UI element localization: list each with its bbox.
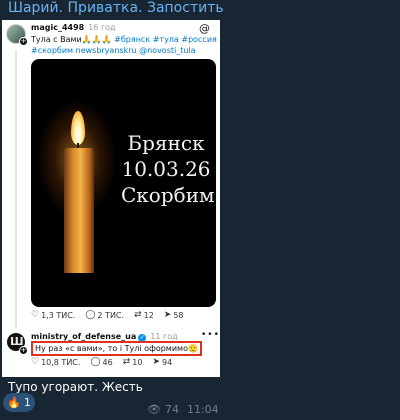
candle bbox=[64, 148, 94, 273]
heart-icon: ♡ bbox=[31, 357, 40, 367]
post-text-plain: Тула с Вами🙏🙏🙏 bbox=[31, 35, 115, 44]
image-text-city: Брянск bbox=[127, 131, 205, 155]
comment-count: 2 ТИС. bbox=[97, 310, 125, 320]
like-count: 1,3 ТИС. bbox=[41, 310, 76, 320]
channel-name[interactable]: Шарий. Приватка. Запостить bbox=[8, 0, 224, 16]
post-stats: ♡ 10,8 ТИС. ◯ 46 ⇄ 10 ➤ 94 bbox=[31, 357, 182, 367]
candle-image: Брянск 10.03.26 Скорбим bbox=[31, 59, 216, 307]
view-count: 74 bbox=[164, 403, 179, 416]
comment-count: 46 bbox=[102, 357, 113, 367]
repost-count: 10 bbox=[132, 357, 143, 367]
message-meta: 👁 74 11:04 bbox=[147, 403, 219, 416]
heart-icon: ♡ bbox=[31, 310, 40, 320]
share-count: 58 bbox=[173, 310, 184, 320]
eye-icon: 👁 bbox=[147, 403, 161, 416]
comment-icon: ◯ bbox=[90, 357, 101, 367]
comment-stat[interactable]: ◯ 46 bbox=[90, 357, 112, 367]
threads-screenshot-card[interactable]: + magic_4498 16 год @ Тула с Вами🙏🙏🙏 #бря… bbox=[2, 20, 220, 377]
share-stat[interactable]: ➤ 58 bbox=[164, 310, 184, 320]
reaction-count: 1 bbox=[23, 396, 31, 409]
share-icon: ➤ bbox=[152, 357, 160, 367]
repost-stat[interactable]: ⇄ 10 bbox=[123, 357, 143, 367]
post-username: magic_4498 16 год bbox=[31, 23, 116, 32]
like-stat[interactable]: ♡ 10,8 ТИС. bbox=[31, 357, 80, 367]
share-stat[interactable]: ➤ 94 bbox=[152, 357, 172, 367]
post-text: Тула с Вами🙏🙏🙏 #брянск #тула #россия #ск… bbox=[31, 34, 217, 56]
bubble-right-area bbox=[220, 20, 400, 377]
plus-icon: + bbox=[19, 37, 28, 46]
post-time: 11 год bbox=[150, 332, 178, 341]
username-text: magic_4498 bbox=[31, 23, 85, 32]
thread-line bbox=[15, 50, 17, 328]
username-text: ministry_of_defense_ua bbox=[31, 332, 137, 341]
post-stats: ♡ 1,3 ТИС. ◯ 2 ТИС. ⇄ 12 ➤ 58 bbox=[31, 310, 194, 320]
repost-icon: ⇄ bbox=[134, 310, 142, 320]
fire-icon: 🔥 bbox=[7, 396, 21, 409]
repost-icon: ⇄ bbox=[122, 357, 131, 367]
more-icon: ••• bbox=[201, 330, 220, 340]
comment-stat[interactable]: ◯ 2 ТИС. bbox=[85, 310, 124, 320]
image-text-date: 10.03.26 bbox=[121, 157, 211, 181]
like-count: 10,8 ТИС. bbox=[41, 357, 81, 367]
like-stat[interactable]: ♡ 1,3 ТИС. bbox=[31, 310, 75, 320]
share-icon: ➤ bbox=[163, 310, 172, 320]
plus-icon: + bbox=[19, 346, 28, 355]
message-time: 11:04 bbox=[186, 403, 219, 416]
post-time: 16 год bbox=[88, 23, 116, 32]
reply-text-highlighted: Ну раз «с вами», то і Тулі оформимо🫡 bbox=[31, 341, 202, 356]
image-text-mourn: Скорбим bbox=[121, 183, 215, 207]
message-caption: Тупо угорают. Жесть bbox=[8, 380, 143, 394]
repost-stat[interactable]: ⇄ 12 bbox=[134, 310, 154, 320]
reaction-button[interactable]: 🔥 1 bbox=[3, 393, 35, 412]
share-count: 94 bbox=[161, 357, 173, 367]
comment-icon: ◯ bbox=[85, 310, 96, 320]
repost-count: 12 bbox=[143, 310, 154, 320]
